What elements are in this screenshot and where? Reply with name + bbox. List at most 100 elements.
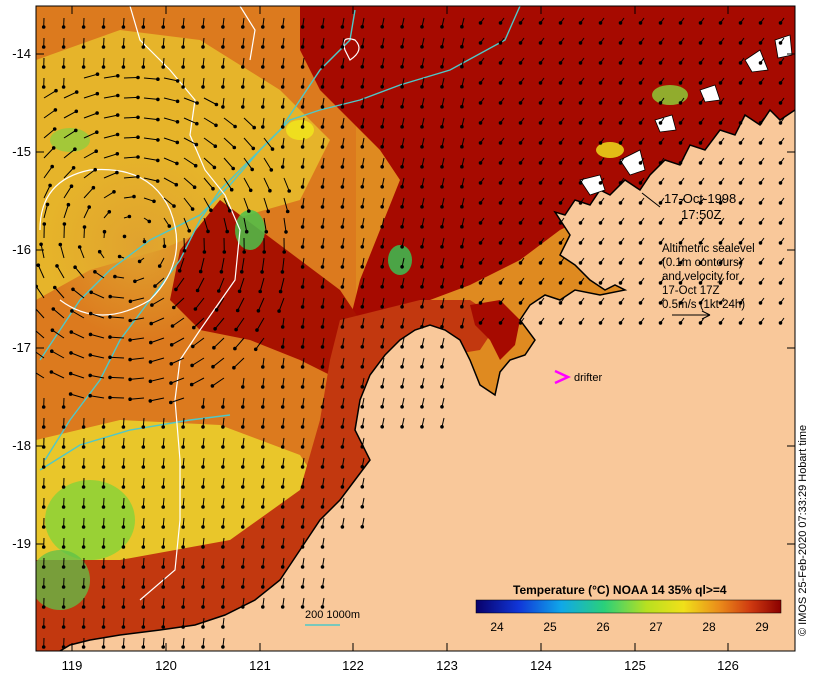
velocity-arrow-head: [101, 445, 106, 449]
velocity-arrow-head: [242, 250, 246, 254]
velocity-arrow-head: [81, 445, 86, 449]
velocity-arrow-head: [262, 250, 267, 254]
velocity-arrow-head: [53, 285, 57, 290]
velocity-arrow-head: [41, 545, 46, 549]
velocity-arrow-head: [320, 25, 325, 29]
lon-label: 122: [342, 658, 364, 673]
velocity-arrow-head: [261, 125, 265, 129]
velocity-arrow-head: [578, 181, 583, 185]
velocity-arrow-head: [241, 105, 245, 109]
velocity-arrow-head: [758, 41, 763, 45]
velocity-arrow-head: [320, 85, 325, 89]
velocity-arrow-head: [261, 365, 265, 369]
velocity-arrow-head: [169, 343, 174, 347]
velocity-arrow-head: [678, 121, 683, 125]
velocity-arrow-head: [169, 362, 174, 366]
velocity-arrow-head: [41, 85, 46, 89]
velocity-arrow-head: [300, 145, 305, 149]
velocity-arrow-head: [261, 425, 265, 429]
velocity-arrow-head: [340, 485, 345, 489]
velocity-arrow-head: [121, 445, 126, 449]
velocity-arrow-head: [638, 281, 643, 285]
velocity-arrow-head: [340, 45, 345, 49]
velocity-arrow-head: [598, 101, 603, 105]
velocity-arrow-head: [440, 265, 444, 269]
velocity-arrow-head: [598, 201, 603, 205]
velocity-arrow-head: [210, 384, 215, 388]
velocity-arrow-head: [45, 202, 50, 207]
velocity-arrow-head: [320, 525, 325, 529]
velocity-arrow-head: [53, 108, 58, 112]
velocity-arrow-head: [538, 41, 543, 45]
velocity-arrow-head: [558, 21, 563, 25]
colorbar-tick: 24: [490, 620, 504, 634]
velocity-arrow-head: [121, 465, 126, 469]
velocity-arrow-head: [340, 85, 345, 89]
velocity-arrow-head: [340, 365, 345, 369]
velocity-arrow-head: [192, 325, 196, 330]
velocity-arrow-head: [498, 81, 503, 85]
velocity-arrow-head: [169, 400, 173, 405]
velocity-arrow-head: [108, 335, 112, 339]
velocity-arrow-head: [300, 325, 305, 329]
velocity-arrow-head: [88, 311, 93, 316]
velocity-arrow-head: [201, 65, 205, 69]
velocity-arrow-head: [420, 325, 424, 329]
velocity-arrow-head: [618, 201, 623, 205]
velocity-arrow-head: [73, 265, 77, 270]
velocity-arrow-head: [698, 161, 703, 165]
velocity-arrow-head: [538, 321, 543, 325]
velocity-arrow-head: [284, 230, 288, 234]
velocity-arrow-head: [658, 81, 663, 85]
velocity-arrow-head: [41, 45, 46, 49]
velocity-arrow-head: [161, 65, 165, 69]
velocity-arrow-head: [460, 124, 464, 129]
velocity-arrow-head: [380, 245, 385, 249]
velocity-arrow-head: [61, 565, 66, 569]
velocity-arrow-head: [39, 242, 43, 247]
velocity-arrow-head: [420, 425, 424, 429]
velocity-arrow-head: [638, 201, 643, 205]
velocity-arrow-head: [172, 305, 176, 310]
lon-label: 121: [249, 658, 271, 673]
velocity-arrow-head: [252, 125, 256, 130]
velocity-arrow-head: [101, 65, 106, 69]
annotation-line5: 0.5m/s (1kt 24h): [662, 299, 745, 311]
velocity-arrow-head: [738, 201, 743, 205]
velocity-arrow-head: [108, 294, 112, 299]
velocity-arrow-head: [61, 25, 66, 29]
velocity-arrow-head: [498, 181, 503, 185]
velocity-arrow-head: [241, 405, 245, 409]
velocity-arrow-head: [340, 505, 345, 509]
velocity-arrow-head: [121, 425, 126, 429]
velocity-arrow: [123, 96, 139, 99]
velocity-arrow-head: [181, 485, 185, 489]
velocity-arrow-head: [241, 45, 245, 49]
velocity-arrow-head: [181, 445, 185, 449]
velocity-arrow-head: [137, 259, 142, 264]
velocity-arrow-head: [300, 585, 305, 589]
velocity-arrow-head: [190, 363, 194, 368]
velocity-arrow-head: [81, 525, 86, 529]
velocity-arrow-head: [460, 284, 464, 289]
velocity-arrow-head: [261, 65, 265, 69]
velocity-arrow-head: [778, 101, 783, 105]
velocity-arrow-head: [320, 185, 325, 189]
velocity-arrow-head: [300, 405, 305, 409]
velocity-arrow-head: [320, 405, 325, 409]
velocity-arrow-head: [41, 565, 46, 569]
velocity-arrow-head: [161, 425, 165, 429]
velocity-arrow-head: [618, 121, 623, 125]
velocity-arrow-head: [678, 21, 683, 25]
velocity-arrow-head: [300, 545, 305, 549]
velocity-arrow-head: [340, 265, 345, 269]
velocity-arrow-head: [360, 425, 365, 429]
velocity-arrow-head: [420, 85, 424, 89]
velocity-arrow-head: [247, 209, 251, 213]
velocity-arrow-head: [538, 221, 543, 225]
velocity-arrow-head: [88, 353, 93, 357]
velocity-arrow: [183, 237, 185, 251]
velocity-arrow-head: [420, 365, 424, 369]
velocity-arrow-head: [340, 125, 345, 129]
velocity-arrow-head: [420, 405, 424, 409]
